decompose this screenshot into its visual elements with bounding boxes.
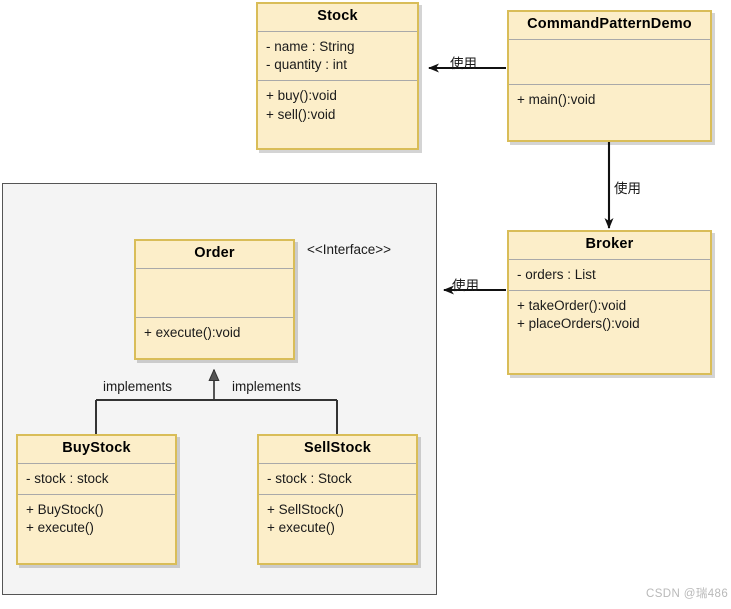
method-row: + placeOrders():void: [517, 316, 640, 332]
class-title-stock: Stock: [258, 4, 417, 32]
class-title-buy-stock: BuyStock: [18, 436, 175, 464]
class-title-order: Order: [136, 241, 293, 269]
method-row: + buy():void: [266, 88, 337, 104]
edge-label-buystock-implements: implements: [103, 379, 173, 394]
class-methods-broker: + takeOrder():void + placeOrders():void: [509, 291, 710, 373]
edge-label-demo-to-broker: 使用: [614, 181, 641, 196]
class-methods-buy-stock: + BuyStock() + execute(): [18, 495, 175, 563]
class-attributes-command-pattern-demo: [509, 40, 710, 85]
class-title-command-pattern-demo: CommandPatternDemo: [509, 12, 710, 40]
attribute-row: - orders : List: [517, 266, 596, 282]
method-row: + main():void: [517, 91, 596, 107]
edge-label-demo-to-stock: 使用: [450, 56, 477, 71]
class-box-broker[interactable]: Broker - orders : List + takeOrder():voi…: [507, 230, 712, 375]
diagram-canvas: Stock - name : String - quantity : int +…: [0, 0, 731, 609]
class-methods-command-pattern-demo: + main():void: [509, 85, 710, 140]
class-attributes-order: [136, 269, 293, 318]
class-box-buy-stock[interactable]: BuyStock - stock : stock + BuyStock() + …: [16, 434, 177, 565]
class-box-order[interactable]: Order + execute():void: [134, 239, 295, 360]
method-row: + takeOrder():void: [517, 298, 627, 314]
method-row: + SellStock(): [267, 502, 344, 518]
stereotype-interface-label: <<Interface>>: [307, 242, 392, 257]
class-attributes-stock: - name : String - quantity : int: [258, 32, 417, 82]
method-row: + execute(): [267, 520, 335, 536]
class-box-command-pattern-demo[interactable]: CommandPatternDemo + main():void: [507, 10, 712, 142]
attribute-row: - stock : Stock: [267, 470, 352, 486]
attribute-row: - quantity : int: [266, 57, 348, 73]
class-box-sell-stock[interactable]: SellStock - stock : Stock + SellStock() …: [257, 434, 418, 565]
class-methods-stock: + buy():void + sell():void: [258, 81, 417, 148]
method-row: + execute(): [26, 520, 94, 536]
class-attributes-buy-stock: - stock : stock: [18, 464, 175, 496]
class-methods-order: + execute():void: [136, 318, 293, 358]
method-row: + execute():void: [144, 324, 241, 340]
class-box-stock[interactable]: Stock - name : String - quantity : int +…: [256, 2, 419, 150]
attribute-row: - name : String: [266, 38, 355, 54]
watermark: CSDN @瑞486: [646, 588, 729, 600]
class-attributes-broker: - orders : List: [509, 260, 710, 292]
edge-label-sellstock-implements: implements: [232, 379, 302, 394]
class-methods-sell-stock: + SellStock() + execute(): [259, 495, 416, 563]
method-row: + sell():void: [266, 106, 336, 122]
edge-label-broker-to-order: 使用: [452, 278, 479, 293]
class-title-sell-stock: SellStock: [259, 436, 416, 464]
method-row: + BuyStock(): [26, 502, 104, 518]
attribute-row: - stock : stock: [26, 470, 109, 486]
class-title-broker: Broker: [509, 232, 710, 260]
class-attributes-sell-stock: - stock : Stock: [259, 464, 416, 496]
